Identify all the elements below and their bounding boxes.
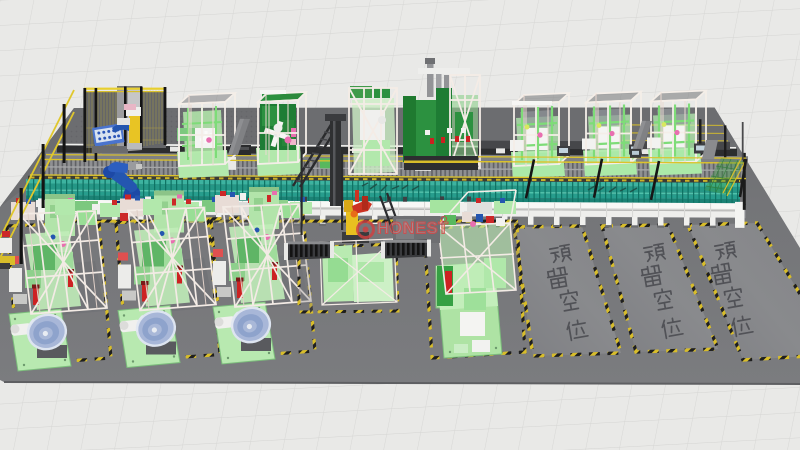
svg-text:HONEST: HONEST [377,220,449,238]
